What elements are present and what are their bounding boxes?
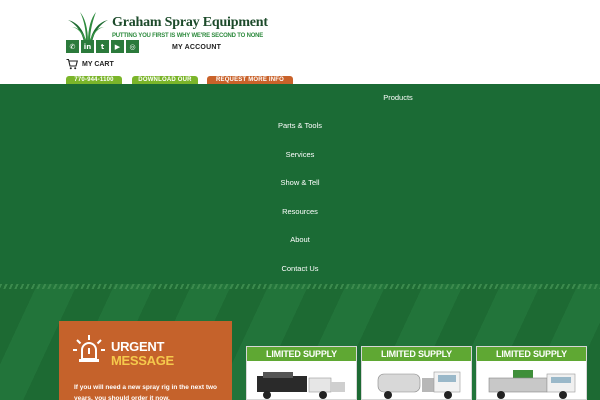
nav-item-services[interactable]: Services (286, 150, 315, 159)
card-label: LIMITED SUPPLY (477, 347, 586, 361)
phone-icon[interactable]: ✆ (66, 40, 79, 53)
card-label: LIMITED SUPPLY (362, 347, 471, 361)
cart-icon[interactable] (66, 58, 78, 70)
nav-item-show-tell[interactable]: Show & Tell (280, 178, 319, 187)
hatch-divider (0, 284, 600, 289)
spray-truck-image (488, 370, 576, 399)
brand-logo[interactable]: Graham Spray Equipment PUTTING YOU FIRST… (66, 10, 268, 42)
spray-truck-image (377, 371, 461, 399)
nav-item-about[interactable]: About (290, 235, 310, 244)
nav-item-parts-tools[interactable]: Parts & Tools (278, 121, 322, 130)
spray-truck-image (257, 372, 345, 399)
product-card[interactable]: LIMITED SUPPLY (246, 346, 357, 400)
youtube-icon[interactable]: ▶ (111, 40, 124, 53)
alarm-siren-icon (73, 335, 105, 362)
linkedin-icon[interactable]: in (81, 40, 94, 53)
urgent-message-panel: URGENT MESSAGE If you will need a new sp… (59, 321, 232, 400)
brand-name: Graham Spray Equipment (112, 15, 268, 30)
spray-fountain-icon (68, 12, 108, 42)
product-card[interactable]: LIMITED SUPPLY (361, 346, 472, 400)
card-label: LIMITED SUPPLY (247, 347, 356, 361)
site-header: Graham Spray Equipment PUTTING YOU FIRST… (0, 0, 600, 86)
urgent-body-text: If you will need a new spray rig in the … (74, 384, 218, 400)
nav-item-resources[interactable]: Resources (282, 207, 318, 216)
social-links: ✆ in t ▶ ◎ (66, 40, 139, 53)
instagram-icon[interactable]: ◎ (126, 40, 139, 53)
brand-tagline: PUTTING YOU FIRST IS WHY WE'RE SECOND TO… (112, 33, 264, 39)
main-nav-menu: Products Parts & Tools Services Show & T… (0, 84, 600, 284)
twitter-icon[interactable]: t (96, 40, 109, 53)
my-cart-link[interactable]: MY CART (82, 61, 114, 68)
urgent-subtitle: MESSAGE (111, 353, 174, 368)
my-account-link[interactable]: MY ACCOUNT (172, 44, 221, 51)
product-card[interactable]: LIMITED SUPPLY (476, 346, 587, 400)
nav-item-contact-us[interactable]: Contact Us (281, 264, 318, 273)
nav-item-products[interactable]: Products (383, 93, 413, 102)
urgent-title: URGENT (111, 339, 165, 354)
